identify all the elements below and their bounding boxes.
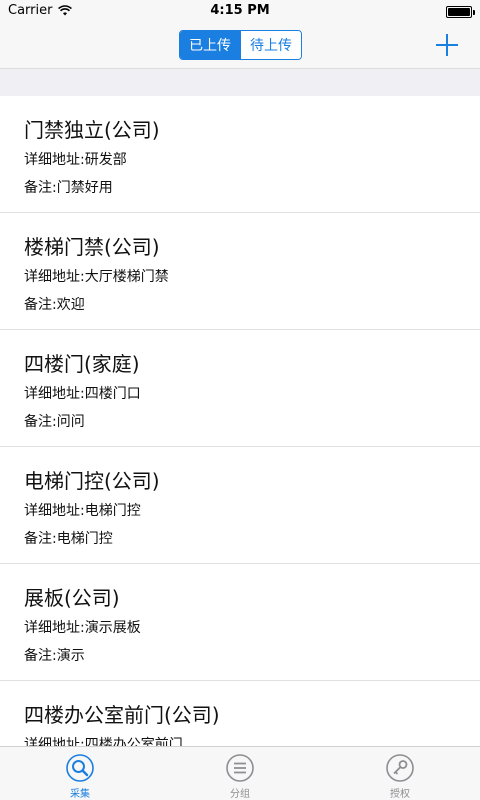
item-address: 详细地址:四楼办公室前门 bbox=[24, 737, 183, 746]
section-header-spacer bbox=[0, 68, 480, 96]
item-title: 楼梯门禁(公司) bbox=[24, 235, 160, 259]
tab-authorize[interactable]: 授权 bbox=[320, 747, 480, 800]
tab-label: 授权 bbox=[390, 789, 410, 800]
tab-collect[interactable]: 采集 bbox=[0, 747, 160, 800]
battery-icon bbox=[446, 6, 475, 18]
item-address: 详细地址:四楼门口 bbox=[24, 386, 141, 402]
item-address: 详细地址:研发部 bbox=[24, 152, 127, 168]
device-list: 门禁独立(公司) 详细地址:研发部 备注:门禁好用 楼梯门禁(公司) 详细地址:… bbox=[0, 96, 480, 746]
tab-label: 采集 bbox=[70, 789, 90, 800]
item-note: 备注:电梯门控 bbox=[24, 531, 113, 547]
search-icon bbox=[66, 754, 94, 782]
item-title: 展板(公司) bbox=[24, 586, 120, 610]
item-note: 备注:演示 bbox=[24, 648, 85, 664]
item-note: 备注:门禁好用 bbox=[24, 180, 113, 196]
item-note: 备注:问问 bbox=[24, 414, 85, 430]
list-item[interactable]: 电梯门控(公司) 详细地址:电梯门控 备注:电梯门控 bbox=[0, 447, 480, 564]
list-item[interactable]: 四楼办公室前门(公司) 详细地址:四楼办公室前门 bbox=[0, 681, 480, 746]
item-address: 详细地址:演示展板 bbox=[24, 620, 141, 636]
tab-bar: 采集 分组 授权 bbox=[0, 746, 480, 800]
item-note: 备注:欢迎 bbox=[24, 297, 85, 313]
list-item[interactable]: 门禁独立(公司) 详细地址:研发部 备注:门禁好用 bbox=[0, 96, 480, 213]
item-title: 四楼门(家庭) bbox=[24, 352, 140, 376]
segment-pending-upload[interactable]: 待上传 bbox=[240, 31, 301, 59]
list-icon bbox=[226, 754, 254, 782]
item-title: 电梯门控(公司) bbox=[24, 469, 160, 493]
item-title: 门禁独立(公司) bbox=[24, 118, 160, 142]
item-address: 详细地址:大厅楼梯门禁 bbox=[24, 269, 169, 285]
status-time: 4:15 PM bbox=[210, 3, 270, 18]
status-bar: Carrier 4:15 PM bbox=[0, 0, 480, 24]
segment-uploaded[interactable]: 已上传 bbox=[180, 31, 240, 59]
plus-icon[interactable] bbox=[434, 32, 460, 58]
key-icon bbox=[386, 754, 414, 782]
list-item[interactable]: 楼梯门禁(公司) 详细地址:大厅楼梯门禁 备注:欢迎 bbox=[0, 213, 480, 330]
item-address: 详细地址:电梯门控 bbox=[24, 503, 141, 519]
tab-label: 分组 bbox=[230, 789, 250, 800]
tab-groups[interactable]: 分组 bbox=[160, 747, 320, 800]
navigation-bar: 已上传 待上传 bbox=[0, 24, 480, 68]
list-item[interactable]: 四楼门(家庭) 详细地址:四楼门口 备注:问问 bbox=[0, 330, 480, 447]
upload-status-segmented-control: 已上传 待上传 bbox=[179, 30, 302, 60]
list-item[interactable]: 展板(公司) 详细地址:演示展板 备注:演示 bbox=[0, 564, 480, 681]
item-title: 四楼办公室前门(公司) bbox=[24, 703, 220, 727]
